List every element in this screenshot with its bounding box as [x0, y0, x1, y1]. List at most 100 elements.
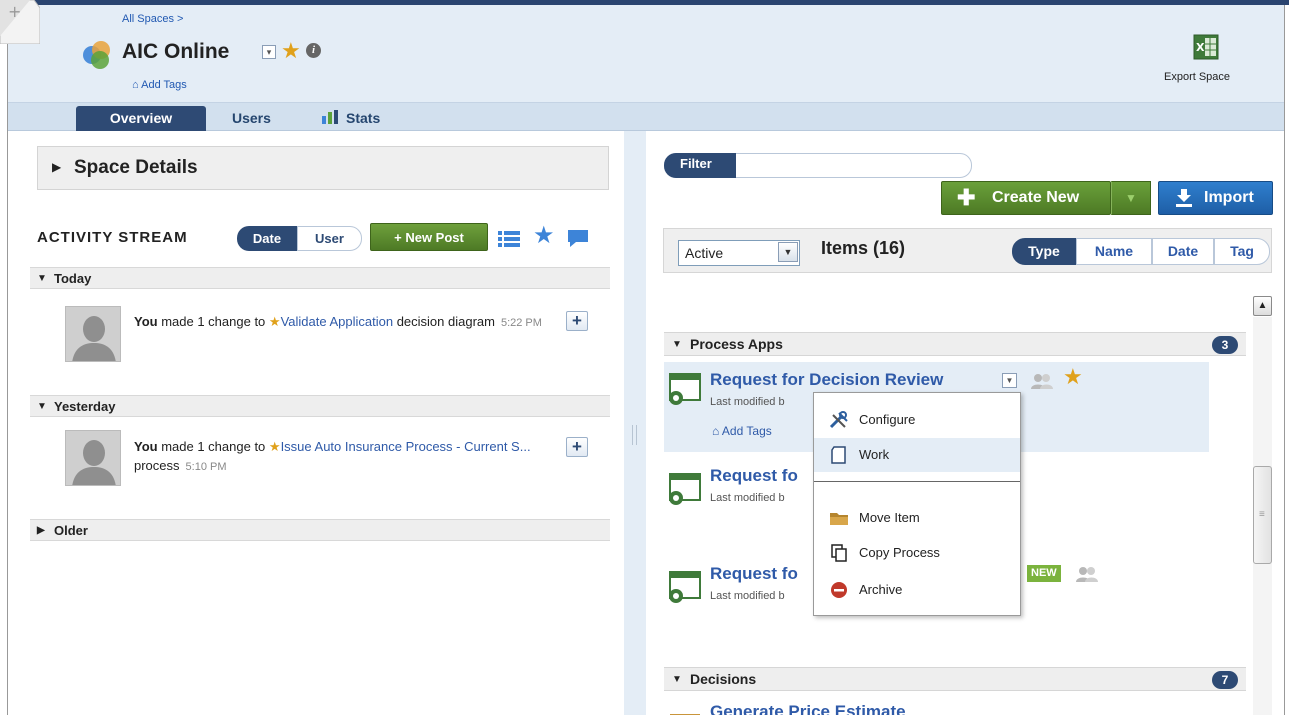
activity-rest: decision diagram	[393, 314, 495, 329]
export-space-label[interactable]: Export Space	[1164, 71, 1230, 83]
count-badge: 7	[1212, 671, 1238, 689]
count-badge: 3	[1212, 336, 1238, 354]
item-title-link[interactable]: Generate Price Estimate	[710, 702, 906, 715]
add-page-icon[interactable]: +	[0, 0, 40, 44]
activity-actor[interactable]: You	[134, 314, 158, 329]
download-icon[interactable]	[1176, 189, 1192, 207]
chevron-down-icon[interactable]: ▾	[262, 45, 276, 59]
group-older[interactable]: ▶ Older	[30, 519, 610, 541]
sort-by-type[interactable]: Type	[1012, 238, 1076, 265]
avatar	[65, 306, 121, 362]
tab-overview[interactable]: Overview	[76, 106, 206, 131]
activity-verb: made 1 change to	[157, 439, 269, 454]
add-comment-button[interactable]: +	[566, 437, 588, 457]
collapse-arrow-icon: ▼	[37, 401, 47, 412]
users-icon[interactable]	[1030, 373, 1054, 389]
tag-icon: ⌂	[132, 79, 139, 91]
add-tags-link[interactable]: ⌂ Add Tags	[132, 79, 187, 91]
left-panel	[8, 131, 624, 715]
scroll-up-button[interactable]: ▲	[1253, 296, 1272, 316]
process-app-icon	[669, 473, 701, 505]
add-comment-button[interactable]: +	[566, 311, 588, 331]
space-logo-icon	[83, 41, 110, 69]
item-modified: Last modified b	[710, 590, 785, 602]
menu-item-move[interactable]: Move Item	[814, 501, 1020, 535]
activity-time: 5:10 PM	[185, 461, 227, 473]
add-tags-link[interactable]: ⌂ Add Tags	[712, 424, 772, 438]
menu-item-archive[interactable]: Archive	[814, 573, 1020, 607]
tab-stats-label: Stats	[346, 110, 381, 126]
activity-item: You made 1 change to ★Issue Auto Insuran…	[134, 437, 554, 477]
sort-by-user-toggle[interactable]: User	[297, 226, 362, 251]
item-context-menu: Configure Work Move Item Copy Process Ar…	[813, 392, 1021, 616]
activity-verb: made 1 change to	[157, 314, 269, 329]
info-icon[interactable]: i	[306, 43, 321, 58]
sort-by-date-toggle[interactable]: Date	[237, 226, 297, 251]
star-icon: ★	[268, 314, 281, 329]
svg-text:X: X	[1196, 41, 1205, 54]
comment-icon[interactable]	[566, 228, 590, 248]
tab-stats[interactable]: Stats	[322, 106, 380, 131]
star-icon[interactable]: ★	[1063, 366, 1083, 388]
sort-by-tag[interactable]: Tag	[1214, 238, 1270, 265]
splitter-grip-icon[interactable]	[632, 425, 637, 445]
group-yesterday-label: Yesterday	[54, 399, 116, 414]
process-app-icon	[669, 373, 701, 405]
collapse-arrow-icon: ▼	[672, 339, 682, 350]
group-older-label: Older	[54, 523, 88, 538]
copy-icon	[831, 544, 847, 562]
activity-time: 5:22 PM	[500, 317, 542, 329]
sort-by-date[interactable]: Date	[1152, 238, 1214, 265]
menu-item-copy-process[interactable]: Copy Process	[814, 536, 1020, 570]
collapse-arrow-icon: ▼	[672, 674, 682, 685]
document-icon	[831, 446, 846, 464]
collapse-arrow-icon: ▼	[37, 273, 47, 284]
right-frame-edge	[1284, 5, 1289, 715]
item-modified: Last modified b	[710, 396, 785, 408]
new-post-button[interactable]: + New Post	[370, 223, 488, 251]
list-view-icon[interactable]	[498, 230, 520, 248]
menu-item-label: Configure	[859, 412, 916, 427]
space-details-label[interactable]: Space Details	[74, 157, 198, 179]
activity-actor[interactable]: You	[134, 439, 158, 454]
create-new-dropdown[interactable]: ▼	[1111, 181, 1151, 215]
scroll-grip-icon: ≡	[1259, 509, 1265, 520]
filter-label: Filter	[664, 153, 736, 178]
star-icon[interactable]: ★	[281, 40, 301, 62]
item-modified: Last modified b	[710, 492, 785, 504]
breadcrumb[interactable]: All Spaces >	[122, 13, 183, 25]
activity-link[interactable]: Validate Application	[281, 314, 394, 329]
menu-item-configure[interactable]: Configure	[814, 403, 1020, 437]
plus-icon[interactable]: ✚	[957, 187, 975, 209]
excel-export-icon[interactable]: X	[1193, 34, 1219, 60]
item-title-link[interactable]: Request fo	[710, 466, 798, 486]
process-app-icon	[669, 571, 701, 603]
group-today[interactable]: ▼ Today	[30, 267, 610, 289]
items-count: Items (16)	[821, 238, 906, 258]
menu-divider	[814, 481, 1020, 482]
add-tags-label: Add Tags	[141, 79, 187, 91]
menu-item-label: Move Item	[859, 510, 920, 525]
add-tags-label: Add Tags	[721, 424, 772, 438]
page-title: AIC Online	[122, 40, 230, 63]
tools-icon	[829, 411, 848, 429]
sort-by-name[interactable]: Name	[1076, 238, 1152, 265]
chevron-down-icon[interactable]: ▼	[778, 242, 798, 262]
group-yesterday[interactable]: ▼ Yesterday	[30, 395, 610, 417]
user-silhouette-icon	[66, 431, 120, 485]
section-decisions[interactable]: ▼ Decisions 7	[664, 667, 1246, 691]
group-today-label: Today	[54, 271, 92, 286]
chevron-down-icon[interactable]: ▼	[1002, 373, 1017, 388]
users-icon[interactable]	[1075, 566, 1099, 582]
archive-minus-icon	[831, 582, 847, 598]
panel-splitter[interactable]	[624, 131, 646, 715]
menu-item-work[interactable]: Work	[814, 438, 1020, 472]
section-process-apps[interactable]: ▼ Process Apps 3	[664, 332, 1246, 356]
item-title-link[interactable]: Request fo	[710, 564, 798, 584]
item-title-link[interactable]: Request for Decision Review	[710, 370, 943, 390]
activity-link[interactable]: Issue Auto Insurance Process - Current S…	[281, 439, 531, 454]
favorites-star-icon[interactable]: ★	[533, 224, 555, 248]
menu-item-label: Copy Process	[859, 545, 940, 560]
tab-users[interactable]: Users	[232, 106, 271, 131]
expand-arrow-icon[interactable]: ▶	[52, 160, 61, 174]
